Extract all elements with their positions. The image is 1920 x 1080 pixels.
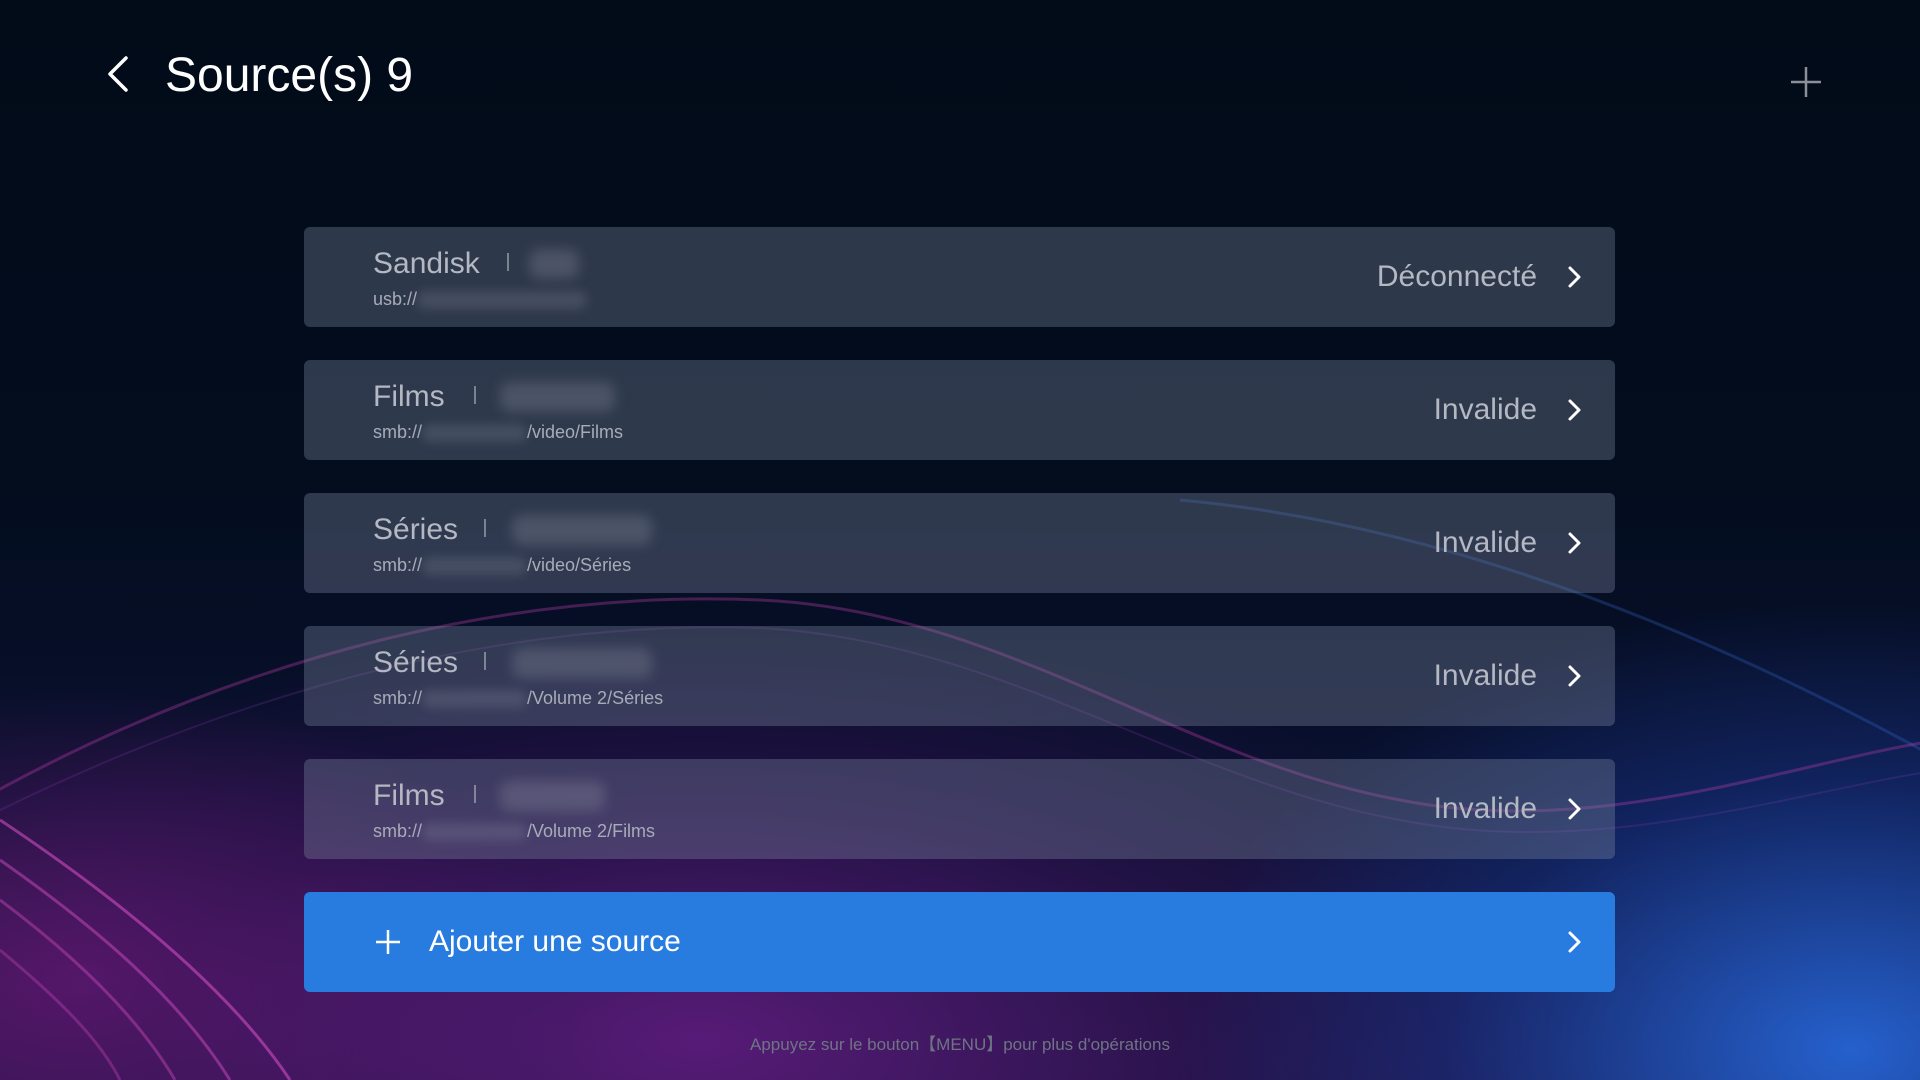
chevron-right-icon [1561,397,1587,423]
source-item[interactable]: Séries smb:// /Volume 2/Séries Invalide [304,626,1615,726]
divider [507,253,509,271]
source-path: smb:// /video/Séries [373,553,631,577]
path-prefix: smb:// [373,555,423,575]
divider [484,652,486,670]
add-source-button[interactable]: Ajouter une source [304,892,1615,992]
source-item[interactable]: Films smb:// /video/Films Invalide [304,360,1615,460]
chevron-right-icon [1561,264,1587,290]
chevron-right-icon [1561,530,1587,556]
source-status: Invalide [1433,659,1537,692]
footer-hint: Appuyez sur le bouton【MENU】pour plus d'o… [750,1035,1170,1054]
redacted-host [512,648,652,678]
source-status: Déconnecté [1376,260,1537,293]
source-name: Séries [373,646,459,679]
chevron-left-icon [108,56,128,92]
source-item[interactable]: Films smb:// /Volume 2/Films Invalide [304,759,1615,859]
path-prefix: smb:// [373,688,423,708]
divider [474,386,476,404]
source-path: smb:// /Volume 2/Films [373,819,655,843]
redacted-path [417,291,588,310]
path-prefix: smb:// [373,422,423,442]
path-suffix: /Volume 2/Films [527,821,656,841]
path-prefix: usb:// [373,289,418,309]
chevron-right-icon [1561,929,1587,955]
plus-icon [376,930,400,954]
page-title: Source(s) 9 [165,49,414,102]
source-name: Sandisk [373,247,480,280]
redacted-path [422,690,528,709]
chevron-right-icon [1561,663,1587,689]
redacted-host [529,249,579,279]
source-name: Films [373,380,445,413]
add-button[interactable] [1786,62,1826,102]
source-item[interactable]: Sandisk usb:// Déconnecté [304,227,1615,327]
divider [474,785,476,803]
redacted-host [512,515,652,545]
source-path: smb:// /video/Films [373,420,623,444]
divider [484,519,486,537]
source-status: Invalide [1433,393,1537,426]
source-item[interactable]: Séries smb:// /video/Séries Invalide [304,493,1615,593]
source-list: Sandisk usb:// Déconnecté Films smb:// /v… [304,227,1615,992]
path-suffix: /video/Séries [527,555,632,575]
redacted-host [500,382,615,412]
source-status: Invalide [1433,792,1537,825]
source-path: usb:// [373,287,588,311]
redacted-host [500,781,605,811]
add-source-label: Ajouter une source [429,925,681,958]
path-prefix: smb:// [373,821,423,841]
redacted-path [422,823,528,842]
source-name: Films [373,779,445,812]
source-status: Invalide [1433,526,1537,559]
path-suffix: /Volume 2/Séries [527,688,664,708]
plus-icon [1791,67,1821,97]
redacted-path [422,424,528,443]
path-suffix: /video/Films [527,422,624,442]
chevron-right-icon [1561,796,1587,822]
back-button[interactable] [96,52,140,96]
header: Source(s) 9 [0,0,1920,160]
source-name: Séries [373,513,459,546]
redacted-path [422,557,528,576]
source-path: smb:// /Volume 2/Séries [373,686,663,710]
